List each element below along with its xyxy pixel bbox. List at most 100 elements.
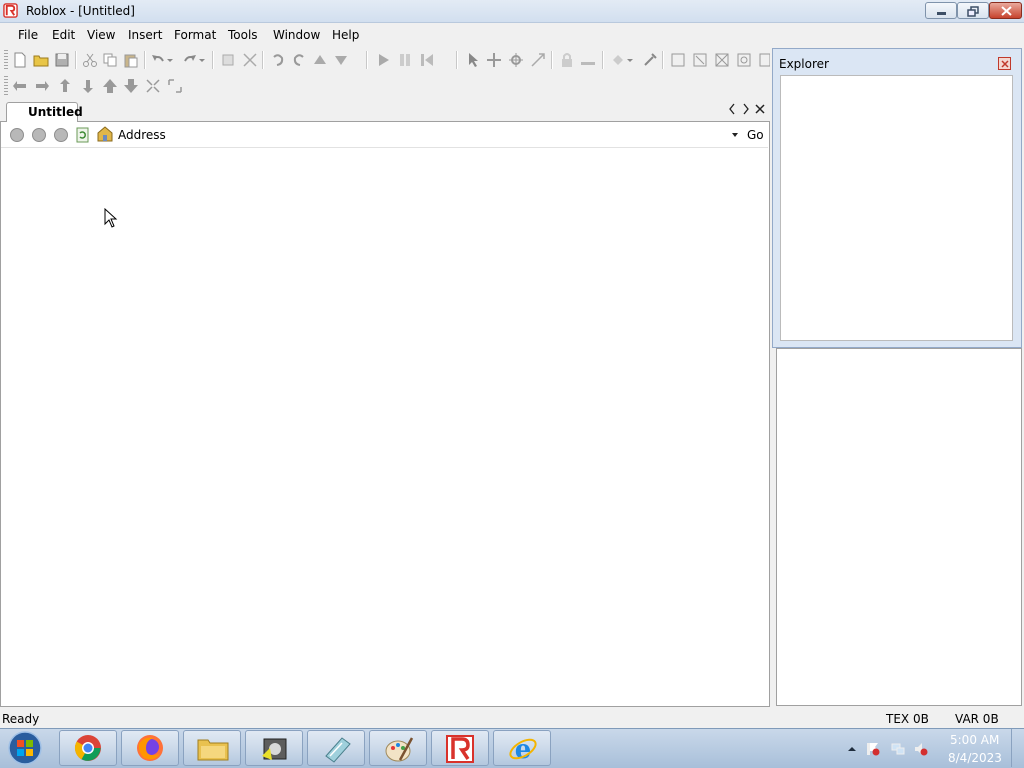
new-file-icon[interactable] (12, 52, 28, 68)
zoom-extents-icon[interactable] (145, 78, 161, 94)
address-dropdown-icon[interactable] (731, 132, 739, 138)
save-icon[interactable] (54, 52, 70, 68)
paint-bucket-icon[interactable] (610, 52, 626, 68)
smooth-surface-icon[interactable] (670, 52, 686, 68)
tab-scroll-right-icon[interactable] (742, 103, 750, 115)
toolbar-grip[interactable] (4, 50, 8, 70)
camera-zoom-in-icon[interactable] (102, 78, 118, 94)
menu-window[interactable]: Window (273, 28, 320, 42)
toolbar-separator (262, 51, 264, 69)
ungroup-icon[interactable] (242, 52, 258, 68)
clock-date[interactable]: 8/4/2023 (948, 751, 1002, 765)
chevron-down-icon[interactable] (166, 52, 174, 68)
taskbar-paint-button[interactable] (369, 730, 427, 766)
camera-tilt-up-icon[interactable] (57, 78, 73, 94)
status-bar: Ready TEX 0B VAR 0B (0, 709, 1024, 728)
back-icon[interactable] (10, 128, 24, 142)
explorer-tree[interactable] (780, 75, 1013, 341)
forward-icon[interactable] (32, 128, 46, 142)
chevron-down-icon[interactable] (626, 52, 634, 68)
camera-tilt-down-icon[interactable] (80, 78, 96, 94)
close-window-button[interactable] (989, 2, 1022, 19)
lock-icon[interactable] (559, 52, 575, 68)
anchor-icon[interactable] (580, 52, 596, 68)
toolbar-grip[interactable] (4, 76, 8, 96)
play-icon[interactable] (375, 52, 391, 68)
clock-time[interactable]: 5:00 AM (950, 733, 999, 747)
taskbar-media-player-button[interactable] (245, 730, 303, 766)
menu-help[interactable]: Help (332, 28, 359, 42)
chevron-down-icon[interactable] (198, 52, 206, 68)
menu-tools[interactable]: Tools (228, 28, 258, 42)
refresh-icon[interactable] (76, 127, 90, 143)
start-button[interactable] (5, 731, 45, 765)
taskbar-internet-explorer-button[interactable]: e (493, 730, 551, 766)
explorer-close-button[interactable] (998, 57, 1011, 70)
group-icon[interactable] (220, 52, 236, 68)
show-desktop-button[interactable] (1011, 729, 1024, 767)
drag-icon[interactable] (486, 52, 502, 68)
toolbar-camera (0, 74, 770, 173)
select-cursor-icon[interactable] (465, 52, 481, 68)
close-tab-icon[interactable] (755, 104, 765, 114)
menu-file[interactable]: File (18, 28, 38, 42)
taskbar-chrome-button[interactable] (59, 730, 117, 766)
menu-bar: File Edit View Insert Format Tools Windo… (0, 23, 770, 46)
inlet-surface-icon[interactable] (758, 52, 770, 68)
taskbar-firefox-button[interactable] (121, 730, 179, 766)
network-icon[interactable] (891, 742, 905, 756)
file-explorer-icon (197, 739, 229, 761)
camera-zoom-out-icon[interactable] (123, 78, 139, 94)
tab-untitled-label: Untitled (28, 105, 83, 119)
copy-icon[interactable] (102, 52, 118, 68)
open-folder-icon[interactable] (33, 52, 49, 68)
title-bar[interactable] (0, 0, 1024, 23)
tray-expand-icon[interactable] (845, 742, 859, 756)
undo-icon[interactable] (150, 52, 166, 68)
paste-icon[interactable] (123, 52, 139, 68)
toolbar-separator (662, 51, 664, 69)
resize-icon[interactable] (530, 52, 546, 68)
move-icon[interactable] (508, 52, 524, 68)
reset-icon[interactable] (419, 52, 435, 68)
home-icon[interactable] (97, 126, 113, 142)
media-player-icon (262, 738, 287, 760)
close-icon (1001, 6, 1012, 16)
minimize-button[interactable] (925, 2, 957, 19)
camera-pan-left-icon[interactable] (12, 78, 28, 94)
look-at-icon[interactable] (167, 78, 183, 94)
address-input[interactable] (166, 126, 731, 144)
glue-surface-icon[interactable] (692, 52, 708, 68)
move-up-icon[interactable] (312, 52, 328, 68)
pause-icon[interactable] (397, 52, 413, 68)
rotate-icon[interactable] (270, 52, 286, 68)
weld-surface-icon[interactable] (714, 52, 730, 68)
stop-icon[interactable] (54, 128, 68, 142)
action-center-icon[interactable] (866, 742, 880, 756)
minimize-icon (937, 12, 946, 15)
redo-icon[interactable] (182, 52, 198, 68)
roblox-app-icon[interactable] (3, 3, 18, 18)
tilt-icon[interactable] (291, 52, 307, 68)
close-icon (1001, 60, 1009, 68)
restore-button[interactable] (957, 2, 989, 19)
menu-view[interactable]: View (87, 28, 115, 42)
mouse-cursor-icon (104, 208, 118, 228)
cut-icon[interactable] (82, 52, 98, 68)
dropper-icon[interactable] (642, 52, 658, 68)
toolbar-separator (75, 51, 77, 69)
camera-pan-right-icon[interactable] (34, 78, 50, 94)
tab-scroll-left-icon[interactable] (728, 103, 736, 115)
taskbar-roblox-button[interactable] (431, 730, 489, 766)
menu-format[interactable]: Format (174, 28, 216, 42)
studs-surface-icon[interactable] (736, 52, 752, 68)
taskbar-file-explorer-button[interactable] (183, 730, 241, 766)
volume-muted-icon[interactable] (914, 742, 928, 756)
properties-panel[interactable] (776, 348, 1022, 706)
document-area[interactable] (0, 100, 770, 707)
go-button[interactable]: Go (747, 128, 764, 142)
taskbar-notepad-button[interactable] (307, 730, 365, 766)
menu-insert[interactable]: Insert (128, 28, 162, 42)
menu-edit[interactable]: Edit (52, 28, 75, 42)
move-down-icon[interactable] (333, 52, 349, 68)
